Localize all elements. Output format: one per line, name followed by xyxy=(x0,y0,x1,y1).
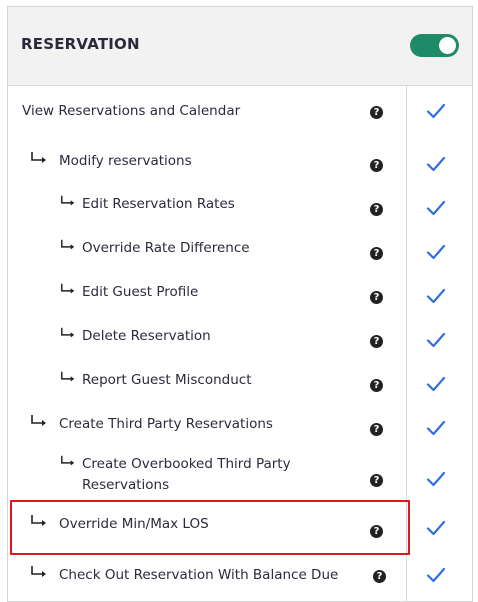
question-circle-icon[interactable]: ? xyxy=(370,423,383,436)
checkmark-icon[interactable] xyxy=(426,520,446,536)
question-circle-icon[interactable]: ? xyxy=(370,474,383,487)
checkmark-icon[interactable] xyxy=(426,156,446,172)
reservation-permissions-panel: RESERVATION View Reservations and Calend… xyxy=(7,6,473,602)
question-circle-icon[interactable]: ? xyxy=(370,291,383,304)
sub-item-arrow-icon xyxy=(61,371,75,382)
question-circle-icon[interactable]: ? xyxy=(373,570,386,583)
permission-label: Report Guest Misconduct xyxy=(82,372,252,388)
permission-label: View Reservations and Calendar xyxy=(22,103,241,119)
sub-item-arrow-icon xyxy=(31,566,46,577)
permission-row-modify-reservations: Modify reservations ? xyxy=(8,138,472,182)
permission-row-view-reservations: View Reservations and Calendar ? xyxy=(8,86,472,134)
sub-item-arrow-icon xyxy=(31,415,46,426)
sub-item-arrow-icon xyxy=(61,283,75,294)
checkmark-icon[interactable] xyxy=(426,332,446,348)
sub-item-arrow-icon xyxy=(61,327,75,338)
permission-label: Check Out Reservation With Balance Due xyxy=(59,567,339,583)
checkmark-icon[interactable] xyxy=(426,103,446,119)
question-circle-icon[interactable]: ? xyxy=(370,379,383,392)
checkmark-icon[interactable] xyxy=(426,376,446,392)
section-title: RESERVATION xyxy=(21,35,140,53)
permission-label: Override Min/Max LOS xyxy=(59,516,209,532)
permission-label: Edit Guest Profile xyxy=(82,284,199,300)
permission-row-override-rate-difference: Override Rate Difference ? xyxy=(8,226,472,270)
panel-header: RESERVATION xyxy=(8,7,472,86)
permission-label: Edit Reservation Rates xyxy=(82,196,235,212)
question-circle-icon[interactable]: ? xyxy=(370,525,383,538)
sub-item-arrow-icon xyxy=(61,195,75,206)
permission-row-report-guest-misconduct: Report Guest Misconduct ? xyxy=(8,358,472,402)
question-circle-icon[interactable]: ? xyxy=(370,247,383,260)
permission-row-edit-guest-profile: Edit Guest Profile ? xyxy=(8,270,472,314)
permission-label: Create Overbooked Third Party Reservatio… xyxy=(82,454,291,496)
permission-row-check-out-balance-due: Check Out Reservation With Balance Due ? xyxy=(8,555,472,599)
permission-row-create-overbooked-third-party: Create Overbooked Third Party Reservatio… xyxy=(8,446,472,500)
reservation-toggle[interactable] xyxy=(410,34,459,57)
checkmark-icon[interactable] xyxy=(426,471,446,487)
sub-item-arrow-icon xyxy=(61,455,75,466)
permission-label: Create Third Party Reservations xyxy=(59,416,273,432)
permission-label: Override Rate Difference xyxy=(82,240,250,256)
checkmark-icon[interactable] xyxy=(426,244,446,260)
permission-row-edit-reservation-rates: Edit Reservation Rates ? xyxy=(8,182,472,226)
permission-label: Delete Reservation xyxy=(82,328,211,344)
question-circle-icon[interactable]: ? xyxy=(370,159,383,172)
permission-row-delete-reservation: Delete Reservation ? xyxy=(8,314,472,358)
sub-item-arrow-icon xyxy=(61,239,75,250)
question-circle-icon[interactable]: ? xyxy=(370,335,383,348)
permission-row-override-min-max-los: Override Min/Max LOS ? xyxy=(8,500,472,555)
checkmark-icon[interactable] xyxy=(426,288,446,304)
permission-label-line2: Reservations xyxy=(82,477,170,493)
checkmark-icon[interactable] xyxy=(426,200,446,216)
permission-label-line1: Create Overbooked Third Party xyxy=(82,456,291,472)
permission-row-create-third-party-reservations: Create Third Party Reservations ? xyxy=(8,402,472,446)
checkmark-icon[interactable] xyxy=(426,420,446,436)
checkmark-icon[interactable] xyxy=(426,567,446,583)
toggle-knob xyxy=(439,37,456,54)
permission-label: Modify reservations xyxy=(59,153,192,169)
sub-item-arrow-icon xyxy=(31,515,46,526)
question-circle-icon[interactable]: ? xyxy=(370,106,383,119)
question-circle-icon[interactable]: ? xyxy=(370,203,383,216)
sub-item-arrow-icon xyxy=(31,152,46,163)
